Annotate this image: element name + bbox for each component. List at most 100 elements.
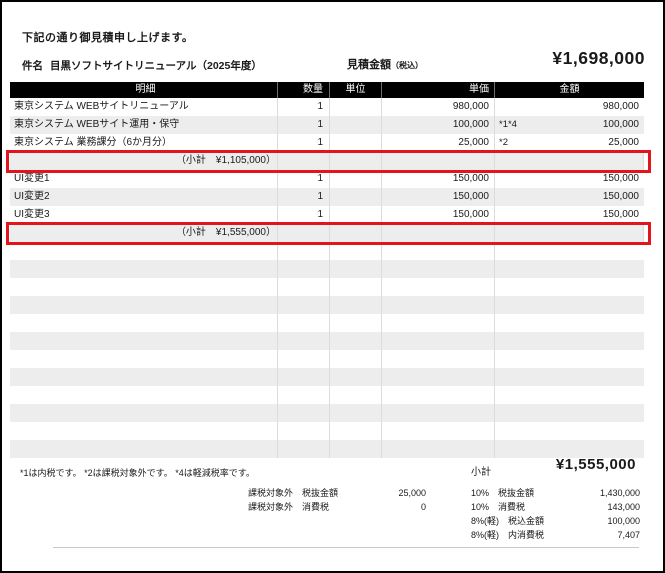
cell-unit (330, 350, 382, 368)
cell-unit (330, 368, 382, 386)
cell-unit-price: 150,000 (382, 188, 495, 206)
cell-detail (10, 296, 278, 314)
cell-detail (10, 260, 278, 278)
amount-value: 980,000 (602, 101, 639, 112)
estimate-table: 明細 数量 単位 単価 金額 東京システム WEBサイトリニューアル 1 980,0… (6, 82, 651, 458)
highlight-annotation-box (6, 221, 651, 245)
cell-amount (495, 404, 644, 422)
cell-quantity: 1 (278, 116, 330, 134)
cell-amount (495, 278, 644, 296)
cell-unit-price (382, 278, 495, 296)
item-row: UI変更1 1 150,000 150,000 (10, 170, 644, 188)
summary-value: 0 (420, 502, 426, 512)
tax-note-marker: *1*4 (499, 119, 517, 130)
cell-unit (330, 314, 382, 332)
cell-amount (495, 368, 644, 386)
cell-quantity: 1 (278, 98, 330, 116)
empty-row (10, 368, 644, 386)
tax-included-note: （税込） (391, 61, 423, 70)
cell-unit (330, 170, 382, 188)
summary-value: 143,000 (607, 502, 640, 512)
cell-detail (10, 440, 278, 458)
empty-row (10, 242, 644, 260)
empty-row (10, 386, 644, 404)
cell-unit-price (382, 404, 495, 422)
item-row: 東京システム WEBサイトリニューアル 1 980,000 980,000 (10, 98, 644, 116)
cell-quantity (278, 314, 330, 332)
cell-unit-price (382, 350, 495, 368)
cell-detail (10, 422, 278, 440)
cell-quantity (278, 332, 330, 350)
empty-row (10, 296, 644, 314)
cell-unit (330, 98, 382, 116)
cell-detail: UI変更2 (10, 188, 278, 206)
column-header-unit: 単位 (330, 82, 382, 98)
cell-amount: 150,000 (495, 170, 644, 188)
tax-note-marker (495, 188, 499, 206)
empty-row (10, 404, 644, 422)
cell-quantity (278, 350, 330, 368)
tax-note-marker (495, 98, 499, 116)
cell-quantity: 1 (278, 170, 330, 188)
cell-unit-price (382, 422, 495, 440)
cell-detail (10, 386, 278, 404)
summary-line: 課税対象外 税抜金額 25,000 (248, 487, 426, 499)
summary-line: 10% 消費税 143,000 (471, 501, 640, 513)
estimate-total-amount: ¥1,698,000 (552, 48, 645, 68)
cell-unit (330, 404, 382, 422)
cell-unit (330, 260, 382, 278)
summary-value: 25,000 (398, 488, 426, 498)
empty-row (10, 260, 644, 278)
cell-quantity (278, 296, 330, 314)
empty-row (10, 278, 644, 296)
cell-quantity (278, 368, 330, 386)
summary-value: 100,000 (607, 516, 640, 526)
column-header-unit-price: 単価 (382, 82, 495, 98)
cell-unit-price (382, 260, 495, 278)
tax-note-marker (495, 170, 499, 188)
item-row: UI変更2 1 150,000 150,000 (10, 188, 644, 206)
empty-row (10, 314, 644, 332)
cell-unit (330, 332, 382, 350)
estimate-amount-label: 見積金額（税込） (347, 56, 423, 72)
empty-row (10, 440, 644, 458)
summary-label: 8%(軽) 内消費税 (471, 530, 545, 540)
amount-value: 150,000 (602, 173, 639, 184)
amount-value: 150,000 (602, 191, 639, 202)
cell-unit (330, 440, 382, 458)
column-header-amount: 金額 (559, 84, 580, 95)
cell-unit-price: 150,000 (382, 170, 495, 188)
cell-detail (10, 350, 278, 368)
cell-quantity (278, 242, 330, 260)
cell-amount: 980,000 (495, 98, 644, 116)
cell-amount (495, 422, 644, 440)
cell-detail (10, 368, 278, 386)
table-body: 東京システム WEBサイトリニューアル 1 980,000 980,000 東京システム… (6, 98, 651, 458)
cell-detail: UI変更1 (10, 170, 278, 188)
cell-unit (330, 116, 382, 134)
cell-unit (330, 386, 382, 404)
cell-detail: 東京システム WEBサイトリニューアル (10, 98, 278, 116)
summary-line: 10% 税抜金額 1,430,000 (471, 487, 640, 499)
summary-line: 8%(軽) 税込金額 100,000 (471, 515, 640, 527)
column-header-detail: 明細 (10, 82, 278, 98)
cell-unit-price (382, 386, 495, 404)
summary-line: 課税対象外 消費税 0 (248, 501, 426, 513)
cell-unit-price (382, 242, 495, 260)
summary-label: 10% 消費税 (471, 502, 526, 512)
footer-subtotal-value: ¥1,555,000 (555, 456, 636, 473)
summary-value: 7,407 (617, 530, 640, 540)
cell-quantity (278, 404, 330, 422)
cell-detail (10, 242, 278, 260)
cell-unit (330, 188, 382, 206)
summary-label: 課税対象外 消費税 (248, 502, 330, 512)
highlight-annotation-box (6, 149, 651, 173)
cell-quantity (278, 440, 330, 458)
intro-text: 下記の通り御見積申し上げます。 (22, 32, 194, 44)
cell-unit-price (382, 332, 495, 350)
empty-row (10, 350, 644, 368)
empty-row (10, 332, 644, 350)
cell-detail (10, 404, 278, 422)
cell-amount: 150,000 (495, 188, 644, 206)
cell-unit-price (382, 314, 495, 332)
